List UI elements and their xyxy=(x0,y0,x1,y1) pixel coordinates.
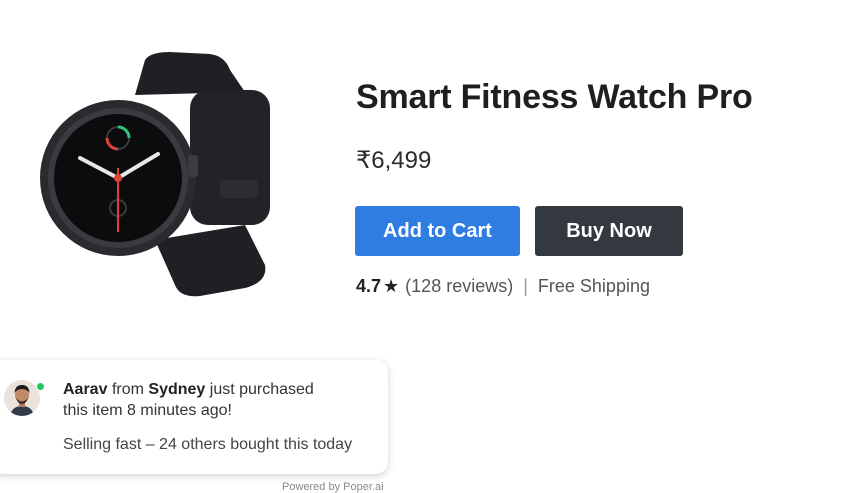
purchase-action: just purchased xyxy=(209,381,314,398)
buyer-city: Sydney xyxy=(148,381,206,398)
notification-line-1: Aarav from Sydney just purchased xyxy=(63,381,314,399)
buyer-name: Aarav xyxy=(63,381,108,398)
rating-value: 4.7 xyxy=(356,276,382,296)
star-icon: ★ xyxy=(383,276,400,296)
product-title: Smart Fitness Watch Pro xyxy=(356,78,753,116)
buy-now-button[interactable]: Buy Now xyxy=(535,206,683,256)
add-to-cart-button[interactable]: Add to Cart xyxy=(355,206,520,256)
product-image xyxy=(40,52,270,297)
online-status-dot xyxy=(36,382,45,391)
product-meta: 4.7 ★ (128 reviews) | Free Shipping xyxy=(356,276,650,297)
from-text: from xyxy=(111,381,144,398)
notification-line-3: Selling fast – 24 others bought this tod… xyxy=(63,436,353,453)
divider: | xyxy=(523,276,528,296)
purchase-notification[interactable]: Aarav from Sydney just purchased this it… xyxy=(0,360,388,474)
powered-by-link[interactable]: Powered by Poper.ai xyxy=(282,481,384,493)
product-price: ₹6,499 xyxy=(356,147,432,174)
shipping-info: Free Shipping xyxy=(537,276,650,296)
avatar xyxy=(4,380,40,416)
notification-line-2: this item 8 minutes ago! xyxy=(63,402,232,419)
review-count[interactable]: (128 reviews) xyxy=(405,276,513,297)
